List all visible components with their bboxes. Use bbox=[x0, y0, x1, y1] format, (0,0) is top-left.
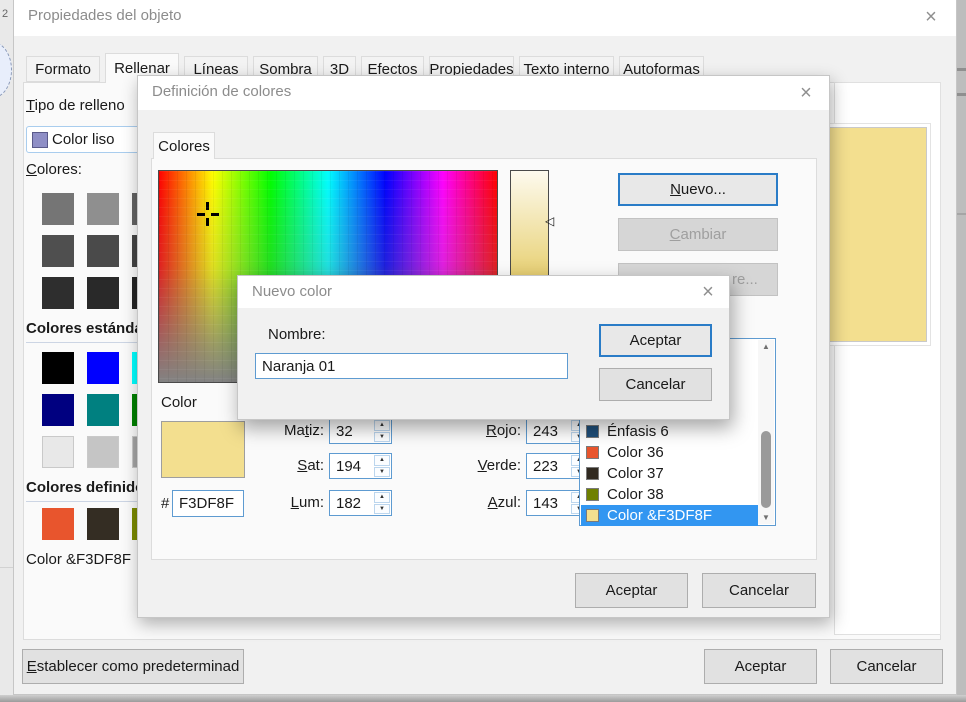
list-swatch bbox=[586, 446, 599, 459]
color-list-item[interactable]: Color 36 bbox=[581, 442, 757, 463]
palette-swatch[interactable] bbox=[42, 193, 74, 225]
defined-swatch[interactable] bbox=[87, 508, 119, 540]
close-icon[interactable]: × bbox=[697, 282, 719, 302]
name-label: Nombre: bbox=[268, 326, 326, 343]
palette-swatch[interactable] bbox=[42, 277, 74, 309]
spin-down-icon[interactable]: ▼ bbox=[374, 467, 390, 478]
blue-label: Azul: bbox=[455, 494, 521, 511]
new-color-dialog: Nuevo color × Nombre: Naranja 01 Aceptar… bbox=[237, 275, 730, 420]
main-cancel-button[interactable]: Cancelar bbox=[830, 649, 943, 684]
standard-colors-heading: Colores estándar bbox=[26, 320, 149, 337]
screenshot-stage: 2 Propiedades del objeto × Formato Relle… bbox=[0, 0, 966, 702]
new-color-title: Nuevo color bbox=[252, 283, 332, 300]
spin-up-icon[interactable]: ▲ bbox=[374, 492, 390, 503]
blue-row: Azul: 143 ▲▼ bbox=[455, 490, 589, 516]
new-color-button[interactable]: Nuevo... bbox=[618, 173, 778, 206]
hue-input[interactable]: 32 ▲▼ bbox=[329, 418, 392, 444]
close-icon[interactable]: × bbox=[795, 83, 817, 103]
tab-colores[interactable]: Colores bbox=[153, 132, 215, 159]
background-divider bbox=[0, 567, 13, 568]
background-shape-ellipse bbox=[0, 42, 12, 98]
definition-cancel-button[interactable]: Cancelar bbox=[702, 573, 816, 608]
saturation-label: Sat: bbox=[258, 457, 324, 474]
definition-accept-button[interactable]: Aceptar bbox=[575, 573, 688, 608]
luminance-spinner: ▲▼ bbox=[374, 492, 390, 514]
canvas-background-left: 2 bbox=[0, 0, 13, 702]
canvas-background-right bbox=[957, 0, 966, 702]
scroll-down-icon[interactable]: ▼ bbox=[758, 511, 774, 524]
luminance-input[interactable]: 182 ▲▼ bbox=[329, 490, 392, 516]
standard-swatch[interactable] bbox=[42, 394, 74, 426]
fill-type-label: Tipo de relleno bbox=[26, 97, 125, 114]
fill-type-value: Color liso bbox=[52, 131, 115, 148]
saturation-spinner: ▲▼ bbox=[374, 455, 390, 477]
canvas-background-bottom bbox=[0, 695, 966, 702]
palette-swatch[interactable] bbox=[42, 235, 74, 267]
palette-swatch[interactable] bbox=[87, 193, 119, 225]
palette-swatch[interactable] bbox=[87, 235, 119, 267]
fill-preview-swatch bbox=[826, 127, 927, 342]
color-definition-title: Definición de colores bbox=[152, 83, 291, 100]
set-default-button[interactable]: Establecer como predeterminad bbox=[22, 649, 244, 684]
green-row: Verde: 223 ▲▼ bbox=[455, 453, 589, 479]
green-label: Verde: bbox=[455, 457, 521, 474]
spin-up-icon[interactable]: ▲ bbox=[374, 455, 390, 466]
list-swatch bbox=[586, 509, 599, 522]
scrollbar-thumb[interactable] bbox=[761, 431, 771, 508]
defined-swatch[interactable] bbox=[42, 508, 74, 540]
palette-swatch[interactable] bbox=[87, 277, 119, 309]
change-color-button[interactable]: Cambiar bbox=[618, 218, 778, 251]
tab-formato[interactable]: Formato bbox=[26, 56, 100, 82]
selected-color-name: Color &F3DF8F bbox=[26, 551, 131, 568]
list-scrollbar[interactable]: ▲ ▼ bbox=[758, 340, 774, 524]
propiedades-titlebar[interactable]: Propiedades del objeto × bbox=[14, 0, 956, 36]
background-mark bbox=[957, 68, 966, 71]
new-color-cancel-button[interactable]: Cancelar bbox=[599, 368, 712, 401]
hue-row: Matiz: 32 ▲▼ bbox=[258, 418, 392, 444]
hex-input[interactable]: F3DF8F bbox=[172, 490, 244, 517]
hex-prefix-label: # bbox=[161, 495, 169, 512]
color-list-item[interactable]: Color 38 bbox=[581, 484, 757, 505]
standard-swatch[interactable] bbox=[87, 352, 119, 384]
color-definition-titlebar[interactable]: Definición de colores × bbox=[138, 76, 829, 110]
new-color-accept-button[interactable]: Aceptar bbox=[599, 324, 712, 357]
saturation-row: Sat: 194 ▲▼ bbox=[258, 453, 392, 479]
hue-label: Matiz: bbox=[258, 422, 324, 439]
scroll-up-icon[interactable]: ▲ bbox=[758, 340, 774, 353]
standard-swatch[interactable] bbox=[87, 394, 119, 426]
list-swatch bbox=[586, 425, 599, 438]
current-color-swatch bbox=[161, 421, 245, 478]
red-label: Rojo: bbox=[455, 422, 521, 439]
standard-swatch[interactable] bbox=[42, 436, 74, 468]
color-list-item[interactable]: Énfasis 6 bbox=[581, 421, 757, 442]
spin-down-icon[interactable]: ▼ bbox=[374, 432, 390, 443]
color-name-input[interactable]: Naranja 01 bbox=[255, 353, 568, 379]
list-swatch bbox=[586, 488, 599, 501]
background-mark bbox=[957, 213, 966, 215]
close-icon[interactable]: × bbox=[920, 7, 942, 27]
ruler-number: 2 bbox=[2, 8, 8, 20]
color-list-item-selected[interactable]: Color &F3DF8F bbox=[581, 505, 758, 526]
list-swatch bbox=[586, 467, 599, 480]
red-row: Rojo: 243 ▲▼ bbox=[455, 418, 589, 444]
colors-label: Colores: bbox=[26, 161, 82, 178]
main-accept-button[interactable]: Aceptar bbox=[704, 649, 817, 684]
spin-down-icon[interactable]: ▼ bbox=[374, 504, 390, 515]
value-marker-icon: ◁ bbox=[545, 215, 554, 227]
color-group-label: Color bbox=[161, 394, 197, 411]
luminance-row: Lum: 182 ▲▼ bbox=[258, 490, 392, 516]
fill-type-swatch bbox=[32, 132, 48, 148]
spin-up-icon[interactable]: ▲ bbox=[374, 420, 390, 431]
new-color-titlebar[interactable]: Nuevo color × bbox=[238, 276, 729, 308]
hue-spinner: ▲▼ bbox=[374, 420, 390, 442]
defined-colors-heading: Colores definidos bbox=[26, 479, 153, 496]
propiedades-title: Propiedades del objeto bbox=[28, 7, 181, 24]
saturation-input[interactable]: 194 ▲▼ bbox=[329, 453, 392, 479]
standard-swatch[interactable] bbox=[42, 352, 74, 384]
luminance-label: Lum: bbox=[258, 494, 324, 511]
color-list-item[interactable]: Color 37 bbox=[581, 463, 757, 484]
standard-swatch[interactable] bbox=[87, 436, 119, 468]
background-mark bbox=[957, 93, 966, 96]
